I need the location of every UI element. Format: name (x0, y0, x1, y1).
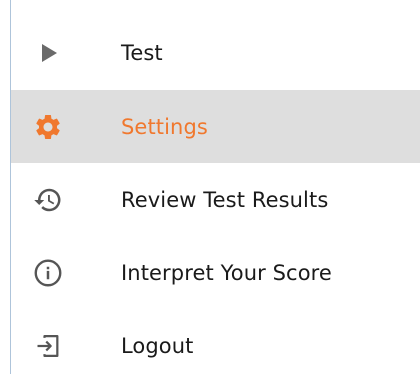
menu-item-test[interactable]: Test (11, 16, 420, 89)
gear-icon (33, 112, 63, 142)
menu-item-review-test-results[interactable]: Review Test Results (11, 163, 420, 236)
menu-item-label: Logout (121, 333, 194, 358)
menu-item-label: Review Test Results (121, 187, 329, 212)
menu-item-label: Interpret Your Score (121, 260, 332, 285)
logout-icon (33, 331, 63, 361)
menu-item-label: Settings (121, 114, 208, 139)
menu-item-settings[interactable]: Settings (11, 90, 420, 163)
history-icon (33, 185, 63, 215)
menu-item-label: Test (121, 40, 163, 65)
play-icon (33, 38, 63, 68)
info-icon (33, 258, 63, 288)
nav-menu: Test Settings Review Test Results Interp… (10, 0, 420, 374)
menu-item-interpret-your-score[interactable]: Interpret Your Score (11, 236, 420, 309)
menu-item-logout[interactable]: Logout (11, 309, 420, 382)
